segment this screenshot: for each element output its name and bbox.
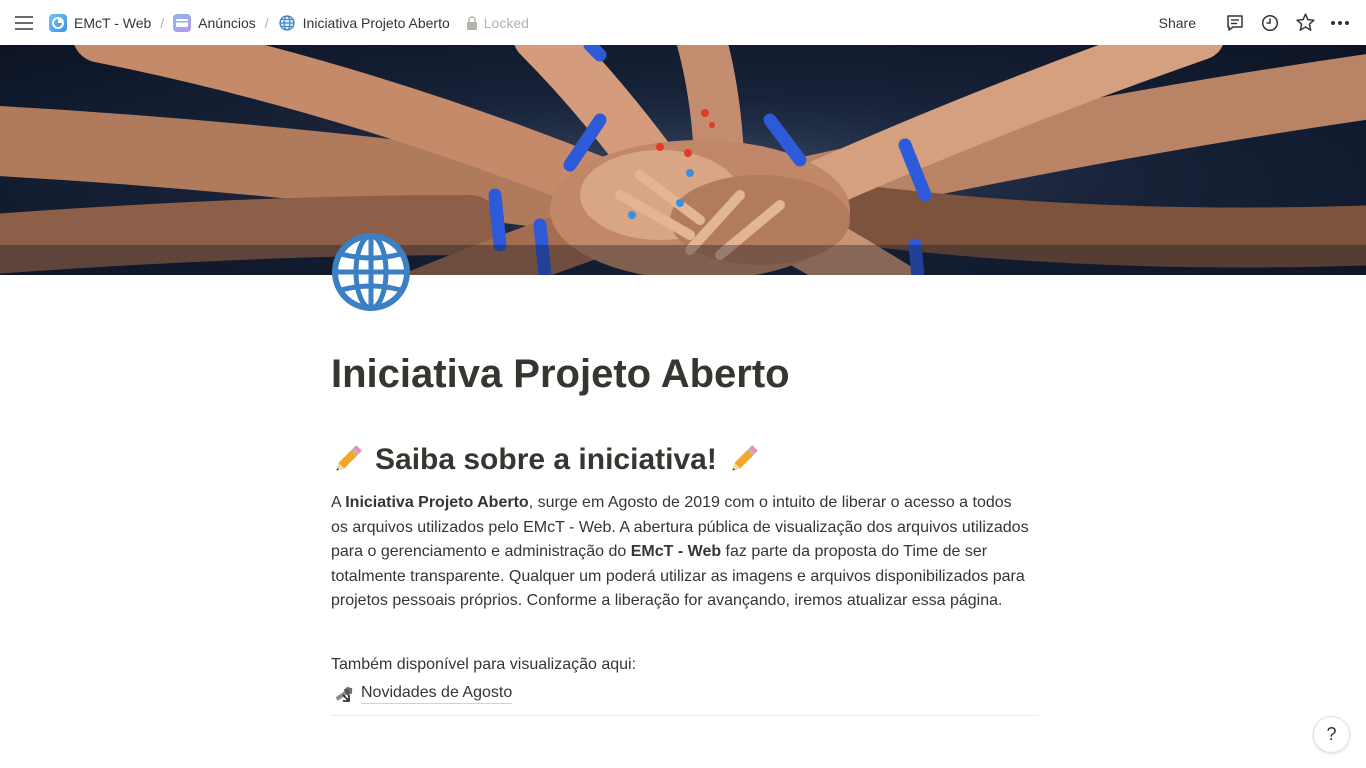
page-link-arrow-icon [333,683,355,705]
breadcrumb-separator: / [264,14,269,31]
bold-initiative-name: Iniciativa Projeto Aberto [345,494,529,511]
globe-icon [278,14,296,32]
page-content: Iniciativa Projeto Aberto Saiba sobre a … [331,350,1039,716]
help-button[interactable]: ? [1313,716,1350,753]
cover-hands-illustration [0,45,1366,275]
page-title[interactable]: Iniciativa Projeto Aberto [331,350,1039,398]
sidebar-menu-icon[interactable] [12,11,36,35]
page-globe-icon[interactable] [331,232,411,312]
comments-icon[interactable] [1223,11,1247,35]
top-actions: Share [1159,11,1352,35]
locked-label: Locked [483,14,529,31]
breadcrumb-label: Iniciativa Projeto Aberto [302,14,450,31]
breadcrumb-anuncios[interactable]: Anúncios [173,11,256,35]
page-link-novidades[interactable]: Novidades de Agosto [331,683,1039,705]
breadcrumb-label: EMcT - Web [74,14,152,31]
lock-icon [466,15,478,30]
bold-emct-web: EMcT - Web [630,543,722,561]
breadcrumb-emct-web[interactable]: EMcT - Web [49,11,151,35]
pencil-icon [331,444,363,476]
more-icon[interactable] [1328,11,1352,35]
breadcrumb-separator: / [160,14,165,31]
pencil-icon [727,444,759,476]
section-heading[interactable]: Saiba sobre a iniciativa! [331,440,1039,480]
card-icon [173,13,192,32]
also-available-text[interactable]: Também disponível para visualização aqui… [331,653,1039,677]
star-icon[interactable] [1293,11,1317,35]
cover-image [0,45,1366,275]
divider [331,714,1039,716]
intro-paragraph[interactable]: A Iniciativa Projeto Aberto, surge em Ag… [331,491,1031,614]
breadcrumb: EMcT - Web / Anúncios / Iniciativa Proje… [49,11,529,35]
locked-indicator[interactable]: Locked [466,15,529,31]
history-icon[interactable] [1258,11,1282,35]
emct-logo-icon [49,13,67,32]
page-link-label: Novidades de Agosto [361,683,513,705]
top-bar: EMcT - Web / Anúncios / Iniciativa Proje… [0,0,1366,45]
breadcrumb-label: Anúncios [198,14,256,31]
share-button[interactable]: Share [1159,15,1196,31]
breadcrumb-current-page[interactable]: Iniciativa Projeto Aberto [278,11,450,35]
paragraph-text: A [331,494,346,511]
section-heading-text: Saiba sobre a iniciativa! [375,443,717,476]
